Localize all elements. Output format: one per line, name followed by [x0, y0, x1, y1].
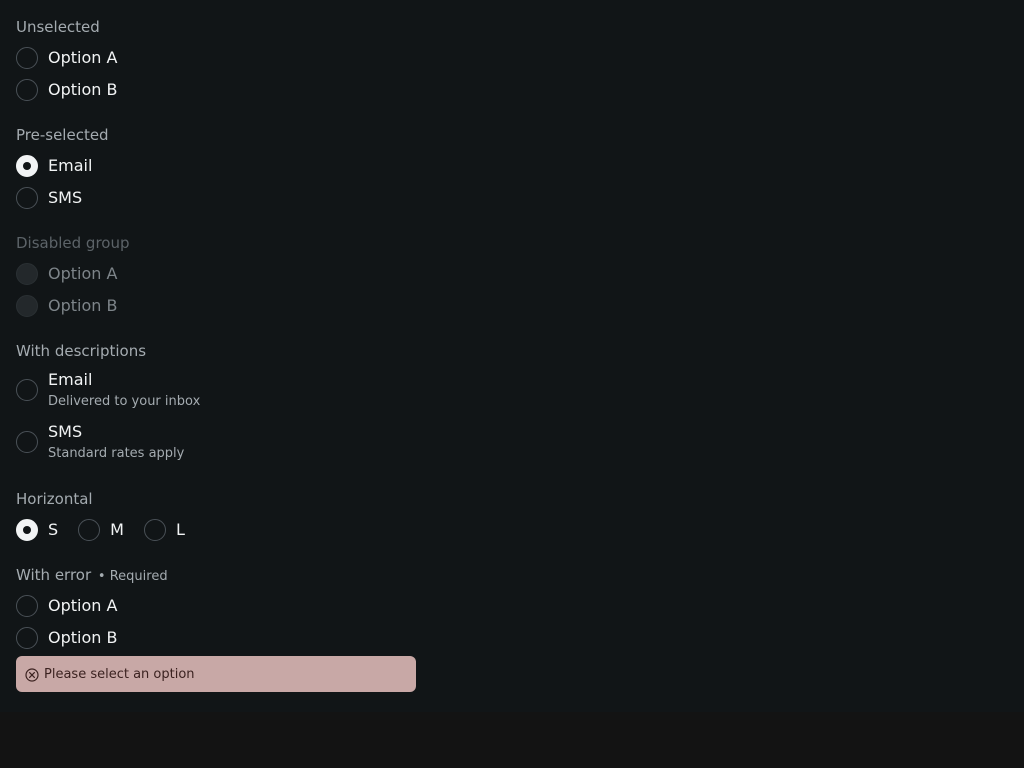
radio-option-b-disabled: Option B — [16, 290, 416, 322]
radio-circle-disabled — [16, 295, 38, 317]
group-label: With descriptions — [16, 342, 147, 360]
radio-circle[interactable] — [16, 379, 38, 401]
error-message: Please select an option — [44, 666, 195, 682]
option-label: L — [175, 520, 185, 539]
radio-circle[interactable] — [143, 519, 166, 541]
radio-showcase-panel: Unselected Option A Option B Pre-selecte… — [0, 0, 1024, 712]
required-indicator: • Required — [97, 569, 168, 584]
option-label: Option A — [48, 596, 118, 615]
radio-option-a[interactable]: Option A — [16, 42, 416, 74]
radio-option-s[interactable]: S — [16, 514, 58, 546]
radio-group-horizontal: Horizontal S M L — [16, 490, 416, 546]
option-description: Standard rates apply — [48, 446, 185, 461]
option-label: Option B — [48, 80, 118, 99]
radio-group-error: With error • Required Option A Option B — [16, 566, 416, 654]
radio-option-l[interactable]: L — [143, 514, 185, 546]
radio-circle[interactable] — [78, 519, 101, 541]
radio-option-b-error[interactable]: Option B — [16, 622, 416, 654]
option-label: Option B — [48, 628, 118, 647]
radio-circle[interactable] — [16, 627, 38, 649]
option-label: S — [48, 520, 59, 539]
radio-option-email[interactable]: Email — [16, 150, 416, 182]
radio-group-preselected: Pre-selected Email SMS — [16, 126, 416, 214]
error-message-box: Please select an option — [16, 656, 416, 692]
radio-option-a-disabled: Option A — [16, 258, 416, 290]
option-label: M — [110, 520, 124, 539]
error-circle-x-icon — [25, 667, 39, 682]
radio-option-email-desc[interactable]: Email Delivered to your inbox — [16, 364, 416, 416]
radio-circle[interactable] — [16, 47, 38, 69]
radio-option-sms-desc[interactable]: SMS Standard rates apply — [16, 416, 416, 468]
radio-option-b[interactable]: Option B — [16, 74, 416, 106]
radio-circle[interactable] — [16, 79, 38, 101]
radio-option-sms[interactable]: SMS — [16, 182, 416, 214]
radio-circle[interactable] — [16, 187, 38, 209]
group-label: Horizontal — [16, 490, 93, 508]
radio-circle[interactable] — [16, 595, 38, 617]
horizontal-options-row: S M L — [16, 514, 416, 546]
option-label: Email — [48, 156, 93, 175]
option-label: Option B — [48, 296, 118, 315]
group-label: Unselected — [16, 18, 100, 36]
option-label: Option A — [48, 48, 118, 67]
group-label: Pre-selected — [16, 126, 109, 144]
radio-group-disabled: Disabled group Option A Option B — [16, 234, 416, 322]
radio-group-unselected: Unselected Option A Option B — [16, 18, 416, 106]
radio-circle-disabled — [16, 263, 38, 285]
option-description: Delivered to your inbox — [48, 394, 201, 409]
option-label: Email — [48, 370, 93, 389]
group-label: With error • Required — [16, 566, 416, 584]
group-label: Disabled group — [16, 234, 130, 252]
group-label-text: With error — [16, 566, 92, 584]
radio-circle-checked[interactable] — [16, 519, 38, 541]
radio-option-a-error[interactable]: Option A — [16, 590, 416, 622]
radio-option-m[interactable]: M — [78, 514, 124, 546]
option-label: SMS — [48, 422, 83, 441]
radio-group-descriptions: With descriptions Email Delivered to you… — [16, 342, 416, 468]
option-label: Option A — [48, 264, 118, 283]
radio-circle[interactable] — [16, 431, 38, 453]
option-label: SMS — [48, 188, 83, 207]
radio-circle-checked[interactable] — [16, 155, 38, 177]
